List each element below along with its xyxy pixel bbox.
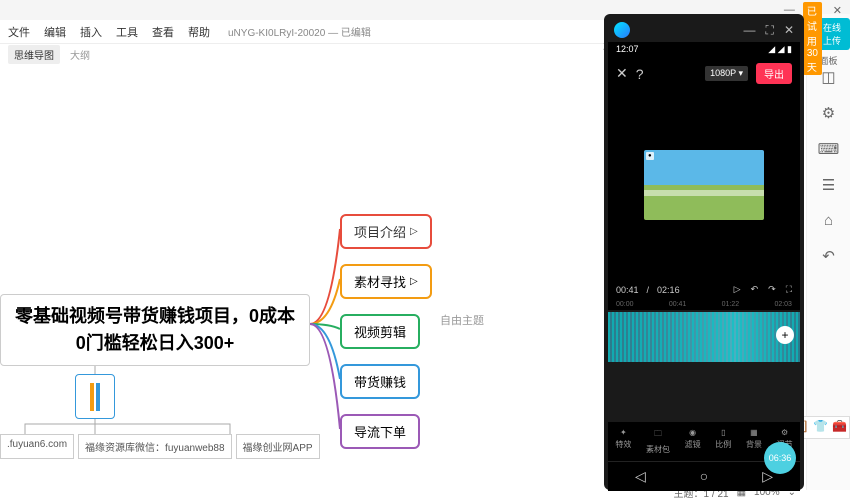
menu-tools[interactable]: 工具 <box>116 24 138 40</box>
root-node[interactable]: 零基础视频号带货赚钱项目，0成本0门槛轻松日入300+ <box>0 294 310 366</box>
trial-badge: 已试用 30 天 <box>803 2 822 75</box>
child-node-1[interactable]: 项目介绍▷ <box>340 214 432 249</box>
child-node-5[interactable]: 导流下单 <box>340 414 420 449</box>
folder-icon: 🗀 <box>654 428 662 442</box>
undo-button[interactable]: ↶ <box>751 284 759 295</box>
child-node-2[interactable]: 素材寻找▷ <box>340 264 432 299</box>
keyboard-icon[interactable]: ⌨ <box>818 140 840 158</box>
tool-background[interactable]: ▦背景 <box>746 428 762 455</box>
ratio-icon: ▯ <box>721 428 725 437</box>
tool-ratio[interactable]: ▯比例 <box>715 428 731 455</box>
fx-icon: ✦ <box>620 428 627 437</box>
phone-signal-icon: ◢ ◢ ▮ <box>768 44 792 55</box>
timeline-track[interactable]: + <box>608 312 800 362</box>
menu-edit[interactable]: 编辑 <box>44 24 66 40</box>
menu-help[interactable]: 帮助 <box>188 24 210 40</box>
filter-icon: ◉ <box>689 428 696 437</box>
panel-toggle[interactable]: ◫面板 <box>821 68 835 86</box>
bg-icon: ▦ <box>750 428 758 437</box>
tool-library[interactable]: 🗀素材包 <box>646 428 670 455</box>
editor-maximize[interactable]: ⛶ <box>766 23 774 38</box>
editor-titlebar: — ⛶ ✕ <box>608 18 800 42</box>
settings-icon[interactable]: ⚙ <box>822 104 835 122</box>
tool-fx[interactable]: ✦特效 <box>615 428 631 455</box>
menu-file[interactable]: 文件 <box>8 24 30 40</box>
phone-time: 12:07 <box>616 44 639 55</box>
editor-back-button[interactable]: ✕ <box>616 65 628 82</box>
panel-icon: ◫ <box>821 68 835 86</box>
ime-skin-icon[interactable]: 👕 <box>813 419 828 436</box>
playback-controls: 00:41 / 02:16 ▷ ↶ ↷ ⛶ <box>608 280 800 299</box>
time-total: 02:16 <box>657 285 680 295</box>
nav-back[interactable]: ◁ <box>635 468 646 485</box>
undo-icon[interactable]: ↶ <box>822 247 835 265</box>
pencil-icon <box>96 383 100 411</box>
menu-view[interactable]: 查看 <box>152 24 174 40</box>
menu-insert[interactable]: 插入 <box>80 24 102 40</box>
nav-home[interactable]: ○ <box>700 468 708 485</box>
contact-3[interactable]: 福缘创业网APP <box>236 434 320 459</box>
editor-header: ✕ ? 1080P ▾ 导出 <box>608 57 800 90</box>
recording-timer[interactable]: 06:36 <box>764 442 796 474</box>
attachment-node[interactable] <box>75 374 115 419</box>
editor-close[interactable]: ✕ <box>784 23 794 38</box>
help-icon[interactable]: ? <box>636 66 644 82</box>
watermark: ● <box>646 152 654 160</box>
preview-frame: ● <box>644 150 764 220</box>
video-preview[interactable]: ● <box>608 90 800 280</box>
expand-icon[interactable]: ▷ <box>410 226 418 237</box>
app-logo-icon <box>614 22 630 38</box>
timeline-ruler: 00:0000:4101:2202:03 <box>608 299 800 310</box>
phone-statusbar: 12:07 ◢ ◢ ▮ <box>608 42 800 57</box>
mindmap-canvas[interactable]: 零基础视频号带货赚钱项目，0成本0门槛轻松日入300+ 项目介绍▷ 素材寻找▷ … <box>0 64 540 484</box>
export-button[interactable]: 导出 <box>756 63 792 84</box>
child-node-3[interactable]: 视频剪辑 <box>340 314 420 349</box>
redo-button[interactable]: ↷ <box>768 284 776 295</box>
adjust-icon: ⚙ <box>781 428 788 437</box>
child-node-4[interactable]: 带货赚钱 <box>340 364 420 399</box>
ruler-icon <box>90 383 94 411</box>
document-title: uNYG-KI0LRyI-20020 — 已编辑 <box>228 24 371 39</box>
home-icon[interactable]: ⌂ <box>824 212 833 229</box>
quality-selector[interactable]: 1080P ▾ <box>705 66 748 81</box>
tab-mindmap[interactable]: 思维导图 <box>8 45 60 64</box>
list-icon[interactable]: ☰ <box>822 176 835 194</box>
ime-tool-icon[interactable]: 🧰 <box>832 419 847 436</box>
time-sep: / <box>647 285 650 295</box>
connector-lines <box>0 64 540 484</box>
play-button[interactable]: ▷ <box>734 284 741 295</box>
free-topic[interactable]: 自由主题 <box>440 312 484 328</box>
expand-icon[interactable]: ▷ <box>410 276 418 287</box>
contact-1[interactable]: .fuyuan6.com <box>0 434 74 459</box>
contact-nodes: .fuyuan6.com 福缘资源库微信：fuyuanweb88 福缘创业网AP… <box>0 434 320 459</box>
contact-2[interactable]: 福缘资源库微信：fuyuanweb88 <box>78 434 232 459</box>
editor-minimize[interactable]: — <box>744 23 756 38</box>
time-current: 00:41 <box>616 285 639 295</box>
fullscreen-button[interactable]: ⛶ <box>786 284 792 295</box>
tool-filter[interactable]: ◉滤镜 <box>685 428 701 455</box>
video-editor-window: — ⛶ ✕ 12:07 ◢ ◢ ▮ ✕ ? 1080P ▾ 导出 ● 00:41… <box>604 14 804 490</box>
tab-outline[interactable]: 大纲 <box>70 47 90 62</box>
add-clip-button[interactable]: + <box>776 326 794 344</box>
